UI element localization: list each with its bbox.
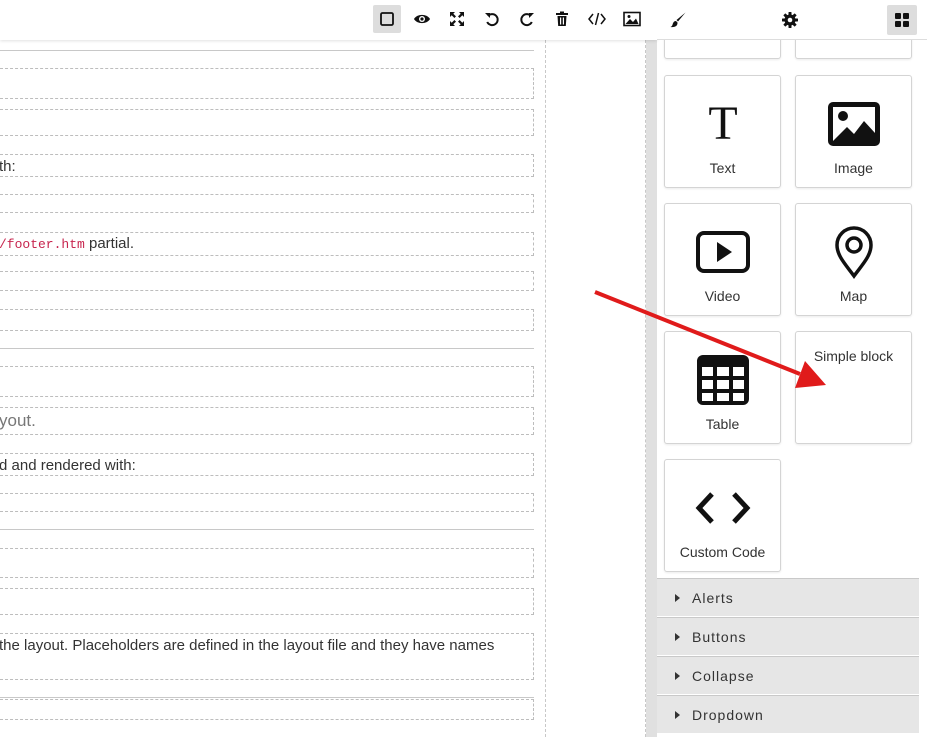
canvas-row[interactable]	[0, 588, 534, 615]
eye-icon	[414, 14, 430, 24]
map-pin-icon	[832, 226, 876, 279]
canvas-row[interactable]	[0, 271, 534, 291]
table-icon	[695, 354, 751, 406]
panel-scroll-track	[919, 577, 927, 737]
export-code-button[interactable]	[583, 5, 611, 33]
undo-icon	[485, 13, 499, 27]
redo-icon	[520, 13, 534, 27]
section-divider	[0, 529, 534, 530]
canvas-row[interactable]	[0, 366, 534, 397]
fullscreen-button[interactable]	[443, 5, 471, 33]
expand-icon	[450, 12, 464, 26]
block-image[interactable]: Image	[795, 75, 912, 188]
block-map[interactable]: Map	[795, 203, 912, 316]
inline-code: /footer.htm	[0, 237, 85, 252]
section-divider	[0, 348, 534, 349]
preview-button[interactable]	[408, 5, 436, 33]
caret-right-icon	[675, 710, 680, 719]
canvas-row[interactable]	[0, 493, 534, 512]
section-divider	[0, 50, 534, 51]
block-label: Table	[705, 416, 740, 432]
category-collapse[interactable]: Collapse	[657, 656, 919, 694]
caret-right-icon	[675, 593, 680, 602]
code-icon	[695, 482, 751, 534]
block-video[interactable]: Video	[664, 203, 781, 316]
block-label: Image	[834, 160, 873, 176]
canvas-row[interactable]: th:	[0, 154, 534, 177]
panel-tabs	[657, 0, 927, 40]
code-icon	[588, 12, 606, 26]
canvas-row[interactable]	[0, 109, 534, 136]
undo-button[interactable]	[478, 5, 506, 33]
grid-icon	[895, 13, 909, 27]
canvas-column-guide	[545, 40, 546, 737]
image-icon	[826, 98, 882, 150]
blocks-tab[interactable]	[887, 5, 917, 35]
sw-visibility-button[interactable]	[373, 5, 401, 33]
block-label: Video	[704, 288, 741, 304]
svg-text:T: T	[708, 99, 737, 149]
canvas-row[interactable]: the layout. Placeholders are defined in …	[0, 633, 534, 680]
canvas-row[interactable]: d and rendered with:	[0, 453, 534, 476]
redo-button[interactable]	[513, 5, 541, 33]
canvas-row[interactable]	[0, 194, 534, 213]
category-dropdown[interactable]: Dropdown	[657, 695, 919, 733]
block-label: Text	[709, 160, 736, 176]
block-label: Map	[839, 288, 868, 304]
square-icon	[380, 12, 394, 26]
block-simple[interactable]: Simple block	[795, 331, 912, 444]
trash-icon	[556, 11, 568, 26]
canvas-row[interactable]	[0, 699, 534, 720]
editor-canvas[interactable]: th: /footer.htm partial. yout. d and ren…	[0, 40, 646, 737]
caret-right-icon	[675, 671, 680, 680]
paintbrush-icon	[670, 12, 686, 28]
block-label: Custom Code	[679, 544, 766, 560]
style-manager-tab[interactable]	[663, 5, 693, 35]
editor-toolbar	[0, 0, 657, 40]
settings-tab[interactable]	[775, 5, 805, 35]
caret-right-icon	[675, 632, 680, 641]
block-label: Simple block	[813, 348, 894, 364]
clear-canvas-button[interactable]	[548, 5, 576, 33]
section-divider	[0, 697, 534, 698]
block-custom-code[interactable]: Custom Code	[664, 459, 781, 572]
category-buttons[interactable]: Buttons	[657, 617, 919, 655]
canvas-row[interactable]	[0, 68, 534, 99]
canvas-row[interactable]	[0, 309, 534, 331]
canvas-row[interactable]: yout.	[0, 407, 534, 435]
canvas-row[interactable]: /footer.htm partial.	[0, 232, 534, 256]
block-text[interactable]: T Text	[664, 75, 781, 188]
image-icon	[623, 11, 641, 27]
text-icon: T	[703, 98, 743, 150]
canvas-row[interactable]	[0, 548, 534, 578]
gear-icon	[782, 12, 798, 28]
play-icon	[695, 226, 751, 278]
block-table[interactable]: Table	[664, 331, 781, 444]
assets-button[interactable]	[618, 5, 646, 33]
panel-scrollbar[interactable]	[646, 40, 657, 737]
category-alerts[interactable]: Alerts	[657, 578, 919, 616]
